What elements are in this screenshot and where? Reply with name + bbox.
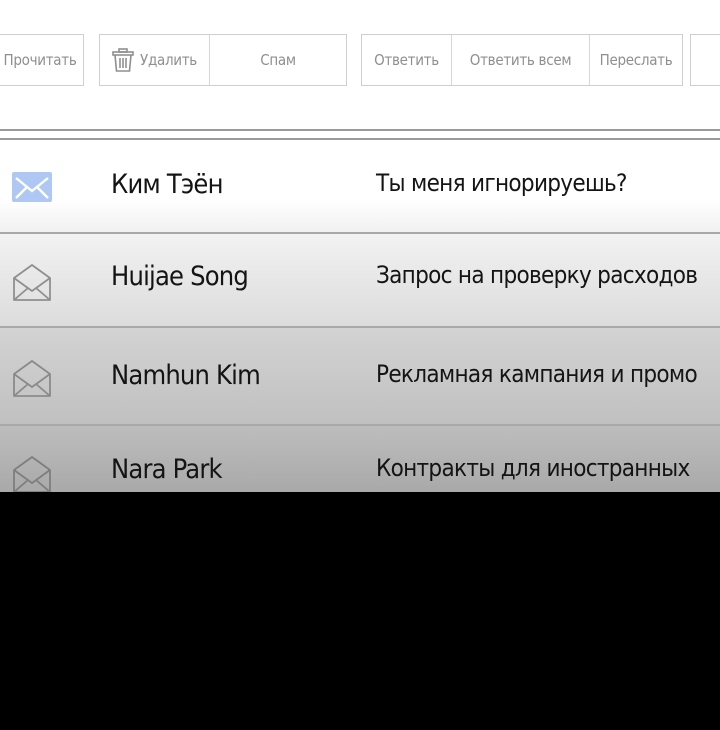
message-row[interactable]: Nara Park Контракты для иностранных (0, 426, 720, 492)
message-sender: Namhun Kim (111, 360, 261, 391)
mail-closed-icon (12, 172, 52, 202)
reply-button-group: Ответить Ответить всем Переслать (361, 34, 683, 86)
email-client-window: Прочитать Удалить Спам Ответить Ответить… (0, 0, 720, 492)
message-subject: Контракты для иностранных (376, 454, 690, 482)
reply-all-button[interactable]: Ответить всем (451, 35, 589, 85)
message-row[interactable]: Namhun Kim Рекламная кампания и промо (0, 328, 720, 426)
mail-toolbar: Прочитать Удалить Спам Ответить Ответить… (0, 0, 720, 128)
forward-button[interactable]: Переслать (589, 35, 682, 85)
read-button-group: Прочитать (0, 34, 84, 86)
toolbar-divider (0, 129, 720, 131)
message-sender: Ким Тэён (111, 169, 223, 200)
comic-panel: Прочитать Удалить Спам Ответить Ответить… (0, 0, 720, 730)
panel-background (0, 492, 720, 730)
trash-icon (112, 48, 134, 72)
message-subject: Рекламная кампания и промо (376, 360, 698, 388)
message-sender: Nara Park (111, 454, 223, 485)
more-button-group (690, 34, 720, 86)
mail-open-icon (13, 264, 51, 301)
mail-open-icon (13, 360, 51, 397)
mail-open-icon (13, 456, 51, 492)
message-row[interactable]: Huijae Song Запрос на проверку расходов (0, 234, 720, 328)
message-list: Ким Тэён Ты меня игнорируешь? Huijae Son… (0, 140, 720, 492)
delete-button[interactable]: Удалить (100, 35, 209, 85)
message-subject: Ты меня игнорируешь? (376, 169, 627, 197)
message-row[interactable]: Ким Тэён Ты меня игнорируешь? (0, 140, 720, 234)
read-button[interactable]: Прочитать (0, 35, 83, 85)
message-sender: Huijae Song (111, 261, 249, 292)
spam-button[interactable]: Спам (209, 35, 346, 85)
delete-spam-button-group: Удалить Спам (99, 34, 347, 86)
message-subject: Запрос на проверку расходов (376, 261, 698, 289)
reply-button[interactable]: Ответить (362, 35, 451, 85)
delete-label: Удалить (140, 51, 197, 69)
